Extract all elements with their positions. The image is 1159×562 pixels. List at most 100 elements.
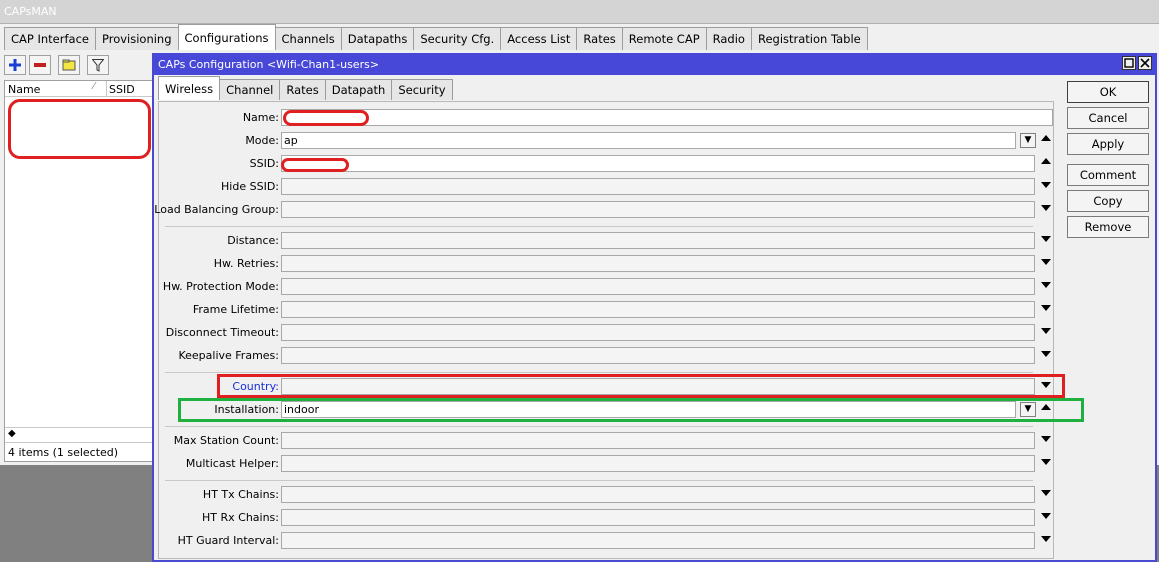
maximize-button[interactable] bbox=[1122, 56, 1136, 70]
list-header: Name ⁄ SSID bbox=[5, 81, 154, 97]
ht-tx-chains-expand-icon[interactable] bbox=[1041, 490, 1051, 496]
row-hw-protection-mode: Hw. Protection Mode: bbox=[159, 276, 1055, 298]
column-header-ssid[interactable]: SSID bbox=[109, 83, 135, 96]
remove-button[interactable] bbox=[29, 55, 51, 75]
max-station-count-input[interactable] bbox=[281, 432, 1035, 449]
tab-remote-cap[interactable]: Remote CAP bbox=[621, 27, 707, 50]
hw-protection-mode-expand-icon[interactable] bbox=[1041, 282, 1051, 288]
mode-collapse-icon[interactable] bbox=[1041, 135, 1051, 141]
tab-security-cfg[interactable]: Security Cfg. bbox=[413, 27, 502, 50]
horizontal-scrollbar[interactable]: ◆ bbox=[5, 427, 152, 441]
tab-configurations[interactable]: Configurations bbox=[177, 24, 276, 50]
row-frame-lifetime: Frame Lifetime: bbox=[159, 299, 1055, 321]
scroll-thumb[interactable]: ◆ bbox=[8, 428, 16, 439]
tab-rates[interactable]: Rates bbox=[576, 27, 623, 50]
tab-security[interactable]: Security bbox=[391, 79, 453, 100]
disconnect-timeout-expand-icon[interactable] bbox=[1041, 328, 1051, 334]
name-input[interactable] bbox=[281, 109, 1053, 126]
ssid-label: SSID: bbox=[249, 157, 279, 170]
column-header-name[interactable]: Name bbox=[8, 83, 40, 96]
section-divider bbox=[165, 480, 1033, 481]
mode-dropdown-button[interactable]: ▼ bbox=[1020, 133, 1036, 148]
frame-lifetime-expand-icon[interactable] bbox=[1041, 305, 1051, 311]
ht-rx-chains-label: HT Rx Chains: bbox=[202, 511, 279, 524]
filter-button[interactable] bbox=[87, 55, 109, 75]
redaction-ssid bbox=[281, 158, 349, 172]
tab-rates-dialog[interactable]: Rates bbox=[279, 79, 326, 100]
cancel-button[interactable]: Cancel bbox=[1067, 107, 1149, 129]
apply-button[interactable]: Apply bbox=[1067, 133, 1149, 155]
row-ht-guard-interval: HT Guard Interval: bbox=[159, 530, 1055, 552]
distance-input[interactable] bbox=[281, 232, 1035, 249]
tab-wireless[interactable]: Wireless bbox=[158, 76, 221, 100]
main-tab-bar: CAP Interface Provisioning Configuration… bbox=[4, 24, 868, 51]
row-load-balancing-group: Load Balancing Group: bbox=[154, 199, 1055, 221]
ht-rx-chains-expand-icon[interactable] bbox=[1041, 513, 1051, 519]
keepalive-frames-expand-icon[interactable] bbox=[1041, 351, 1051, 357]
multicast-helper-label: Multicast Helper: bbox=[185, 457, 279, 470]
window-title-bar: CAPsMAN bbox=[0, 0, 1159, 24]
tab-datapaths[interactable]: Datapaths bbox=[340, 27, 415, 50]
ssid-collapse-icon[interactable] bbox=[1041, 158, 1051, 164]
tab-access-list[interactable]: Access List bbox=[500, 27, 578, 50]
max-station-count-expand-icon[interactable] bbox=[1041, 436, 1051, 442]
hide-ssid-expand-icon[interactable] bbox=[1041, 182, 1051, 188]
tab-channels[interactable]: Channels bbox=[274, 27, 342, 50]
keepalive-frames-input[interactable] bbox=[281, 347, 1035, 364]
hw-protection-mode-input[interactable] bbox=[281, 278, 1035, 295]
row-multicast-helper: Multicast Helper: bbox=[159, 453, 1055, 475]
name-label: Name: bbox=[242, 111, 279, 124]
load-balancing-group-input[interactable] bbox=[281, 201, 1035, 218]
section-divider bbox=[165, 226, 1033, 227]
comment-dialog-button[interactable]: Comment bbox=[1067, 164, 1149, 186]
mode-select[interactable]: ap bbox=[281, 132, 1016, 149]
remove-icon bbox=[34, 63, 46, 67]
configurations-list: Name ⁄ SSID ◆ 4 items (1 selected) bbox=[4, 80, 154, 462]
section-divider bbox=[165, 372, 1033, 373]
multicast-helper-expand-icon[interactable] bbox=[1041, 459, 1051, 465]
comment-button[interactable] bbox=[58, 55, 80, 75]
disconnect-timeout-label: Disconnect Timeout: bbox=[165, 326, 279, 339]
add-icon bbox=[9, 59, 21, 71]
maximize-icon bbox=[1124, 58, 1134, 68]
redaction-name bbox=[283, 110, 369, 126]
row-max-station-count: Max Station Count: bbox=[159, 430, 1055, 452]
ht-rx-chains-input[interactable] bbox=[281, 509, 1035, 526]
tab-cap-interface[interactable]: CAP Interface bbox=[4, 27, 96, 50]
distance-label: Distance: bbox=[227, 234, 279, 247]
multicast-helper-input[interactable] bbox=[281, 455, 1035, 472]
tab-datapath[interactable]: Datapath bbox=[324, 79, 393, 100]
disconnect-timeout-input[interactable] bbox=[281, 324, 1035, 341]
mode-label: Mode: bbox=[245, 134, 279, 147]
close-button[interactable] bbox=[1138, 56, 1152, 70]
add-button[interactable] bbox=[4, 55, 26, 75]
frame-lifetime-label: Frame Lifetime: bbox=[192, 303, 279, 316]
tab-channel[interactable]: Channel bbox=[219, 79, 281, 100]
tab-radio[interactable]: Radio bbox=[705, 27, 752, 50]
ht-guard-interval-input[interactable] bbox=[281, 532, 1035, 549]
hide-ssid-input[interactable] bbox=[281, 178, 1035, 195]
ok-button[interactable]: OK bbox=[1067, 81, 1149, 103]
hw-retries-input[interactable] bbox=[281, 255, 1035, 272]
distance-expand-icon[interactable] bbox=[1041, 236, 1051, 242]
ht-tx-chains-input[interactable] bbox=[281, 486, 1035, 503]
ssid-input[interactable] bbox=[281, 155, 1035, 172]
list-status-bar: 4 items (1 selected) bbox=[5, 442, 152, 461]
row-disconnect-timeout: Disconnect Timeout: bbox=[159, 322, 1055, 344]
hw-protection-mode-label: Hw. Protection Mode: bbox=[162, 280, 279, 293]
keepalive-frames-label: Keepalive Frames: bbox=[178, 349, 279, 362]
frame-lifetime-input[interactable] bbox=[281, 301, 1035, 318]
hw-retries-expand-icon[interactable] bbox=[1041, 259, 1051, 265]
copy-button[interactable]: Copy bbox=[1067, 190, 1149, 212]
load-balancing-group-label: Load Balancing Group: bbox=[154, 203, 279, 216]
hw-retries-label: Hw. Retries: bbox=[213, 257, 279, 270]
load-balancing-group-expand-icon[interactable] bbox=[1041, 205, 1051, 211]
dialog-tab-bar: Wireless Channel Rates Datapath Security bbox=[158, 76, 453, 101]
ht-guard-interval-expand-icon[interactable] bbox=[1041, 536, 1051, 542]
tab-registration-table[interactable]: Registration Table bbox=[750, 27, 868, 50]
caps-configuration-dialog: CAPs Configuration <Wifi-Chan1-users> Wi… bbox=[152, 53, 1157, 562]
column-separator[interactable] bbox=[106, 81, 107, 96]
remove-dialog-button[interactable]: Remove bbox=[1067, 216, 1149, 238]
tab-provisioning[interactable]: Provisioning bbox=[94, 27, 179, 50]
row-distance: Distance: bbox=[159, 230, 1055, 252]
